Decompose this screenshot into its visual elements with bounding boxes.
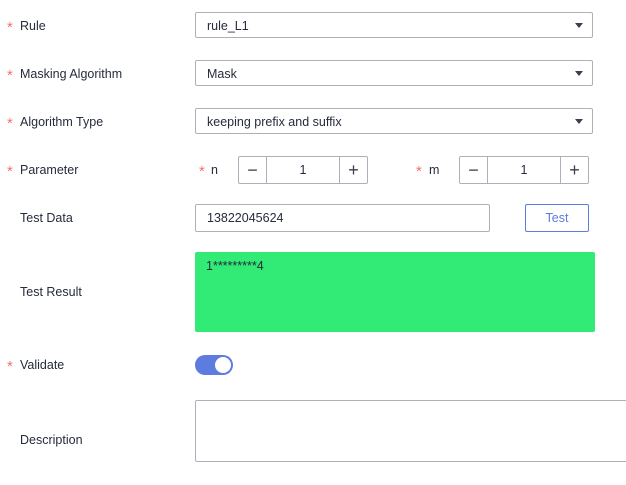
test-result-label: Test Result	[20, 285, 82, 299]
algorithm-type-select-value: keeping prefix and suffix	[207, 115, 342, 129]
required-mark: *	[7, 115, 13, 132]
test-button[interactable]: Test	[525, 204, 589, 232]
algorithm-type-label: Algorithm Type	[20, 115, 104, 129]
toggle-knob	[215, 357, 231, 373]
required-mark: *	[7, 19, 13, 36]
required-mark: *	[7, 67, 13, 84]
algorithm-type-select[interactable]: keeping prefix and suffix	[195, 108, 593, 134]
chevron-down-icon	[575, 23, 583, 28]
minus-icon[interactable]: −	[460, 157, 488, 183]
rule-label: Rule	[20, 19, 46, 33]
test-data-row: Test Data Test	[0, 204, 626, 232]
test-result-value: 1*********4	[206, 259, 264, 273]
validate-label: Validate	[20, 358, 65, 372]
parameter-m-stepper[interactable]: − 1 +	[459, 156, 589, 184]
validate-toggle[interactable]	[195, 355, 233, 375]
plus-icon[interactable]: +	[560, 157, 588, 183]
description-label: Description	[20, 433, 83, 447]
validate-row: * Validate	[0, 355, 626, 375]
masking-algorithm-row: * Masking Algorithm Mask	[0, 60, 626, 88]
masking-algorithm-label: Masking Algorithm	[20, 67, 123, 81]
test-data-input[interactable]	[195, 204, 490, 232]
description-textarea[interactable]	[195, 400, 626, 462]
rule-select[interactable]: rule_L1	[195, 12, 593, 38]
test-data-label: Test Data	[20, 211, 73, 225]
description-row: Description	[0, 400, 626, 462]
parameter-label: Parameter	[20, 163, 79, 177]
parameter-n-label: n	[211, 163, 218, 177]
test-result-row: Test Result 1*********4	[0, 252, 626, 332]
required-mark: *	[7, 163, 13, 180]
chevron-down-icon	[575, 119, 583, 124]
masking-algorithm-select[interactable]: Mask	[195, 60, 593, 86]
rule-select-value: rule_L1	[207, 19, 249, 33]
test-result-box: 1*********4	[195, 252, 595, 332]
rule-row: * Rule rule_L1	[0, 12, 626, 40]
plus-icon[interactable]: +	[339, 157, 367, 183]
chevron-down-icon	[575, 71, 583, 76]
minus-icon[interactable]: −	[239, 157, 267, 183]
parameter-row: * Parameter * n − 1 + * m − 1 +	[0, 156, 626, 184]
parameter-m-label: m	[429, 163, 440, 177]
parameter-m-value[interactable]: 1	[488, 157, 560, 183]
masking-algorithm-select-value: Mask	[207, 67, 237, 81]
parameter-n-stepper[interactable]: − 1 +	[238, 156, 368, 184]
parameter-n-value[interactable]: 1	[267, 157, 339, 183]
algorithm-type-row: * Algorithm Type keeping prefix and suff…	[0, 108, 626, 136]
required-mark: *	[7, 358, 13, 375]
required-mark: *	[416, 163, 422, 180]
required-mark: *	[199, 163, 205, 180]
